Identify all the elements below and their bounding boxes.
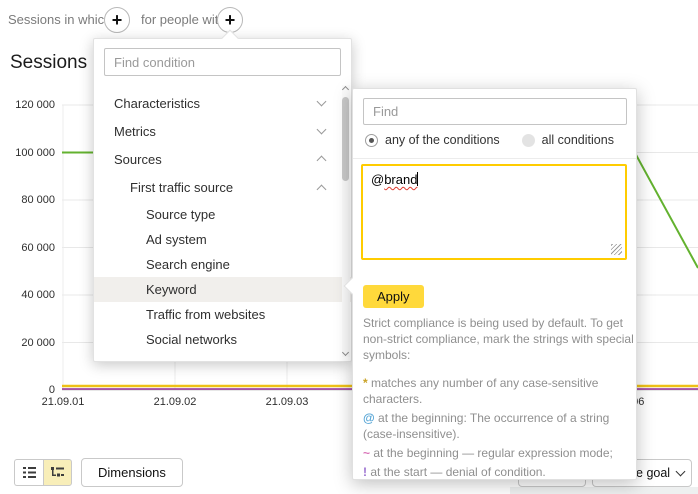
textarea-value: @brand xyxy=(371,172,417,187)
for-people-with-label: for people with xyxy=(141,12,226,27)
condition-item-label: Search engine xyxy=(146,257,230,272)
keyword-conditions-textarea[interactable]: @brand xyxy=(361,164,627,260)
rule-text: at the beginning: The occurrence of a st… xyxy=(363,411,609,441)
divider xyxy=(353,158,636,159)
scroll-up-icon[interactable] xyxy=(342,86,349,93)
condition-item-source-type[interactable]: Source type xyxy=(94,202,351,227)
radio-any-label[interactable]: any of the conditions xyxy=(385,133,500,147)
condition-item-social-networks[interactable]: Social networks xyxy=(94,327,351,352)
symbol-rule: * matches any number of any case-sensiti… xyxy=(363,375,635,407)
symbol-rule: ~ at the beginning — regular expression … xyxy=(363,445,635,461)
text-cursor xyxy=(417,172,418,186)
condition-item-first-traffic-source[interactable]: First traffic source xyxy=(94,173,351,202)
symbol-rules: * matches any number of any case-sensiti… xyxy=(363,375,635,480)
plus-icon: + xyxy=(225,11,236,29)
condition-item-characteristics[interactable]: Characteristics xyxy=(94,89,351,117)
condition-item-sources[interactable]: Sources xyxy=(94,145,351,173)
y-axis-label: 100 000 xyxy=(0,146,55,160)
plus-icon: + xyxy=(112,11,123,29)
condition-item-label: Source type xyxy=(146,207,215,222)
x-axis-label: 21.09.01 xyxy=(42,396,85,408)
y-axis-label: 0 xyxy=(0,383,55,397)
radio-all-unselected[interactable] xyxy=(522,134,535,147)
condition-item-label: Metrics xyxy=(114,124,156,139)
condition-item-label: Traffic from websites xyxy=(146,307,265,322)
symbol-rule: @ at the beginning: The occurrence of a … xyxy=(363,410,635,442)
condition-item-label: Characteristics xyxy=(114,96,200,111)
apply-button[interactable]: Apply xyxy=(363,285,424,308)
x-axis-label: 21.09.02 xyxy=(154,396,197,408)
y-axis-label: 80 000 xyxy=(0,193,55,207)
resize-handle-icon[interactable] xyxy=(611,244,622,255)
special-symbol: ~ xyxy=(363,446,370,460)
list-view-button[interactable] xyxy=(14,459,43,486)
keyword-find-input[interactable] xyxy=(363,98,627,125)
y-axis-label: 120 000 xyxy=(0,98,55,112)
condition-item-label: Ad system xyxy=(146,232,207,247)
condition-item-label: Keyword xyxy=(146,282,197,297)
dropdown-notch xyxy=(222,30,239,47)
misspelled-word: brand xyxy=(384,172,417,187)
condition-item-label: First traffic source xyxy=(130,180,233,195)
x-axis-label: 21.09.03 xyxy=(266,396,309,408)
dropdown-scrollbar[interactable] xyxy=(342,85,350,357)
scroll-down-icon[interactable] xyxy=(342,349,349,356)
condition-item-metrics[interactable]: Metrics xyxy=(94,117,351,145)
condition-item-label: Sources xyxy=(114,152,162,167)
rule-text: at the beginning — regular expression mo… xyxy=(370,446,613,460)
metrica-segment-page: Sessions in which + for people with + Se… xyxy=(0,0,698,494)
help-text: Strict compliance is being used by defau… xyxy=(363,315,635,483)
condition-item-label: Social networks xyxy=(146,332,237,347)
scrollbar-thumb[interactable] xyxy=(342,97,349,181)
conditions-mode-radios: any of the conditions all conditions xyxy=(365,133,636,147)
special-symbol: @ xyxy=(363,411,375,425)
dimensions-button[interactable]: Dimensions xyxy=(81,458,183,487)
condition-list: Characteristics Metrics Sources First traff… xyxy=(94,89,351,352)
sessions-in-which-label: Sessions in which xyxy=(8,12,111,27)
tree-view-icon xyxy=(50,466,65,479)
rule-text: matches any number of any case-sensitive… xyxy=(363,376,598,406)
view-toggle xyxy=(14,459,72,486)
find-condition-input[interactable] xyxy=(104,48,341,76)
chevron-down-icon xyxy=(317,97,327,107)
tree-view-button[interactable] xyxy=(43,459,72,486)
y-axis-label: 20 000 xyxy=(0,336,55,350)
page-title: Sessions xyxy=(10,52,87,74)
y-axis-label: 60 000 xyxy=(0,241,55,255)
radio-any-selected[interactable] xyxy=(365,134,378,147)
add-session-condition-button[interactable]: + xyxy=(104,7,130,33)
condition-item-traffic-from-websites[interactable]: Traffic from websites xyxy=(94,302,351,327)
y-axis-label: 40 000 xyxy=(0,288,55,302)
condition-dropdown-panel: Characteristics Metrics Sources First traff… xyxy=(93,38,352,362)
bottom-band xyxy=(510,487,698,494)
condition-item-search-engine[interactable]: Search engine xyxy=(94,252,351,277)
keyword-condition-popup: any of the conditions all conditions @br… xyxy=(352,88,637,480)
chevron-down-icon xyxy=(676,467,686,477)
chevron-up-icon xyxy=(317,184,327,194)
symbol-rule: ! at the start — denial of condition. xyxy=(363,464,635,480)
help-intro: Strict compliance is being used by defau… xyxy=(363,315,635,363)
condition-item-ad-system[interactable]: Ad system xyxy=(94,227,351,252)
radio-all-label[interactable]: all conditions xyxy=(542,133,614,147)
rule-text: at the start — denial of condition. xyxy=(367,465,546,479)
chevron-down-icon xyxy=(317,125,327,135)
condition-item-keyword[interactable]: Keyword xyxy=(94,277,351,302)
list-view-icon xyxy=(22,466,37,479)
chevron-up-icon xyxy=(317,156,327,166)
